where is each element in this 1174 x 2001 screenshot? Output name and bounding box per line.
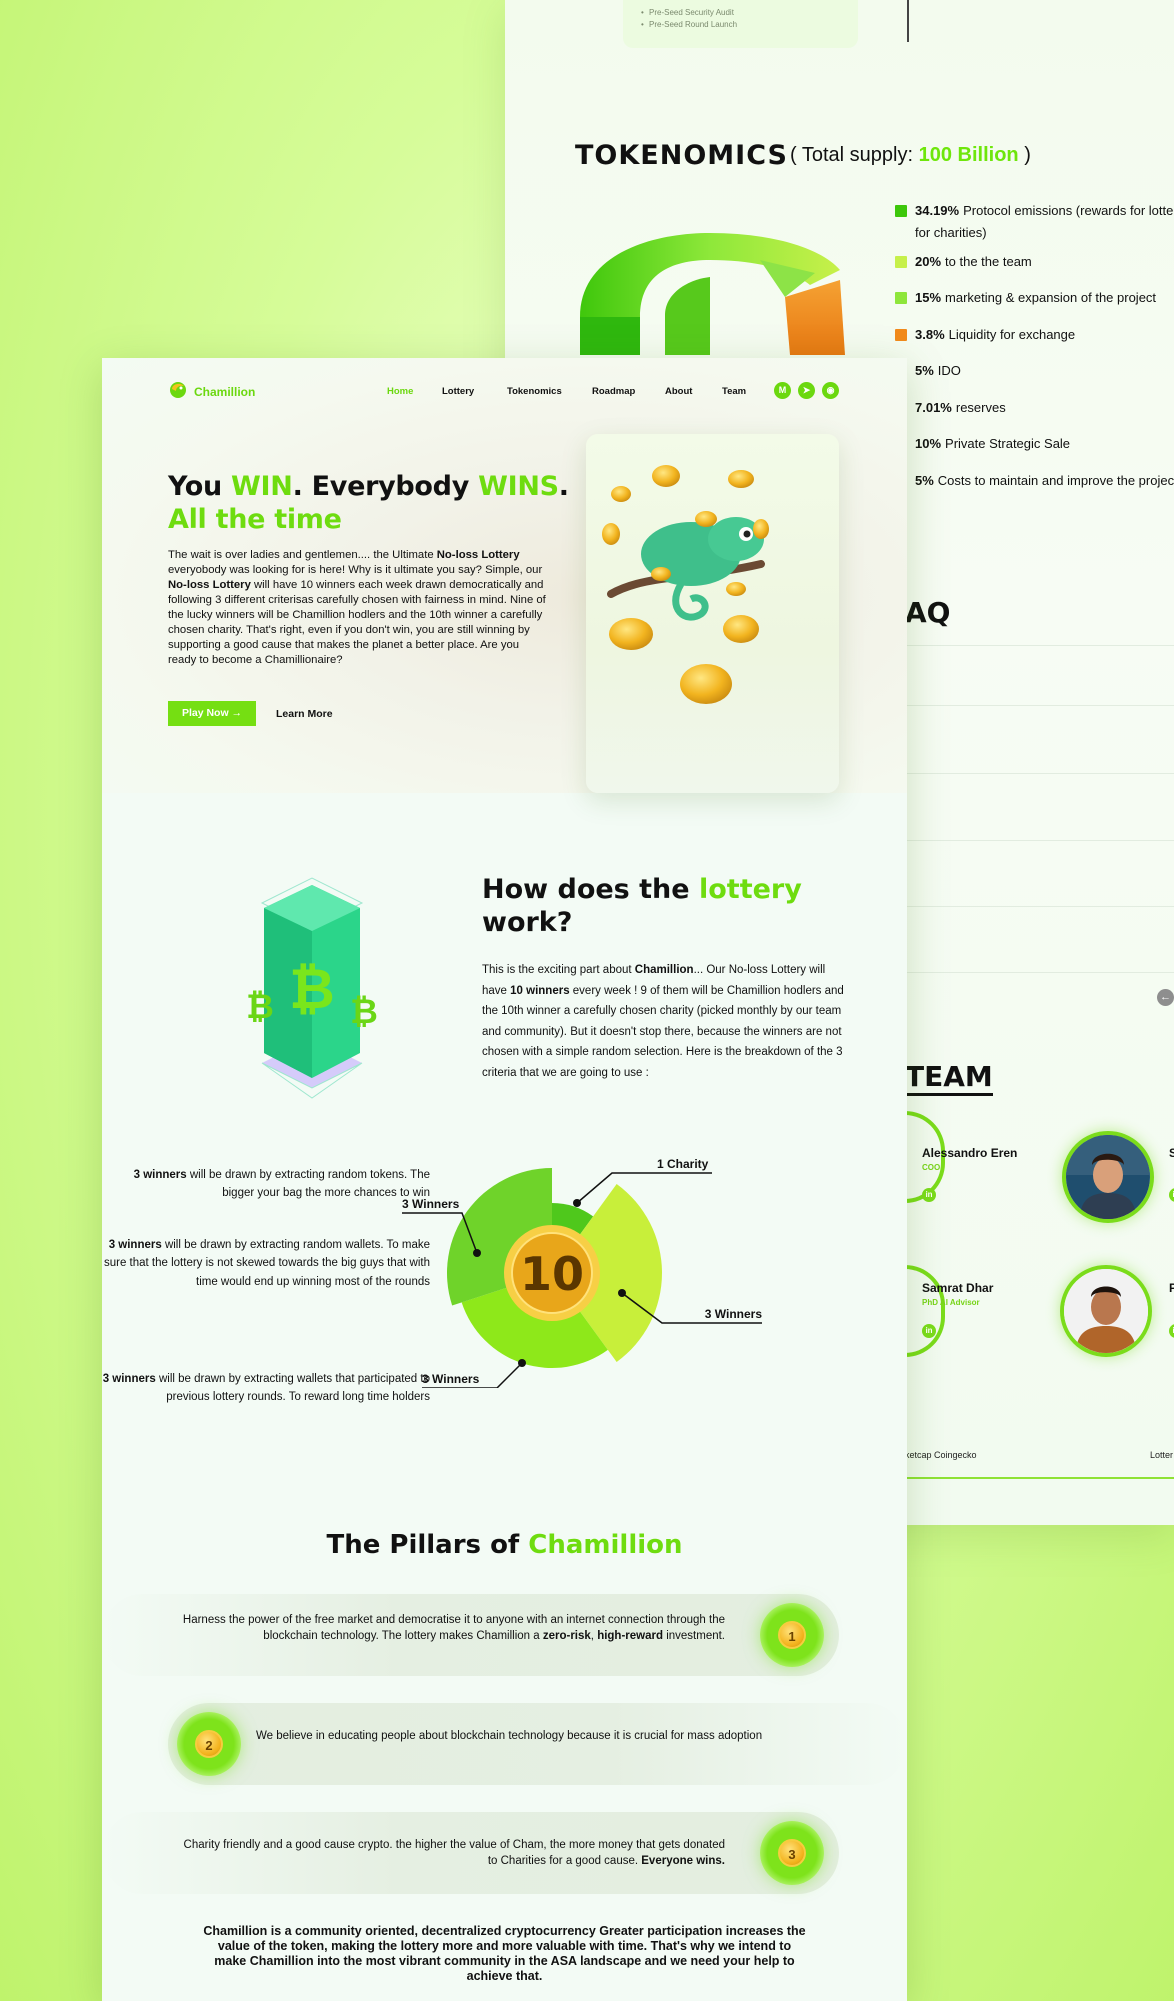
svg-text:₿: ₿ [350,992,378,1032]
linkedin-icon[interactable]: in [922,1188,936,1202]
number-coin-icon: 1 [778,1621,806,1649]
pillar-3: Charity friendly and a good cause crypto… [102,1812,839,1894]
bitcoin-tower-icon: ₿ ₿ ₿ [246,877,378,1099]
legend-item: 15% marketing & expansion of the project [895,287,1174,324]
avatar [1060,1265,1152,1357]
team-title: TEAM [905,1060,993,1096]
tokenomics-donut [570,225,870,360]
slice-label: 3 Winners [422,1372,480,1386]
svg-text:₿: ₿ [289,957,335,1022]
team-member-role: COO [922,1163,941,1172]
avatar [1062,1131,1154,1223]
footer-link[interactable]: Lotter [1150,1450,1173,1460]
chameleon-logo-icon[interactable] [168,379,188,399]
team-member-name: Samrat Dhar [922,1281,994,1295]
avatar-ring [905,1265,945,1357]
linkedin-icon[interactable]: in [1169,1188,1174,1202]
number-coin-icon: 2 [195,1730,223,1758]
top-nav: Chamillion Home Lottery Tokenomics Roadm… [102,358,907,418]
pillars-title: The Pillars of Chamillion [326,1530,683,1560]
back-arrow-icon[interactable]: ← [1157,989,1174,1006]
legend-item: 20% to the the team [895,251,1174,288]
faq-divider [905,972,1174,973]
pillar-1-text: Harness the power of the free market and… [182,1614,725,1642]
pillar-badge: 2 [177,1712,241,1776]
pillar-badge: 3 [760,1821,824,1885]
closing-statement: Chamillion is a community oriented, dece… [203,1924,806,1983]
team-member-name: Alessandro Eren [922,1146,1018,1160]
footer-links[interactable]: ketcap Coingecko [905,1450,977,1460]
legend-swatch [895,205,907,217]
faq-divider [905,773,1174,774]
lottery-pie-chart: 10 1 Charity 3 Winners 3 Winners 3 Winners [402,1157,763,1388]
nav-home[interactable]: Home [387,386,413,397]
faq-title: AQ [905,596,951,629]
linkedin-icon[interactable]: in [1169,1324,1174,1338]
nav-roadmap[interactable]: Roadmap [592,386,635,397]
legend-item: 5% IDO [895,360,1174,397]
nav-lottery[interactable]: Lottery [442,386,474,397]
team-member-name-partial: P [1169,1281,1174,1295]
faq-divider [905,645,1174,646]
slice-label: 3 Winners [402,1197,460,1211]
front-page-preview: Chamillion Home Lottery Tokenomics Roadm… [102,358,907,2001]
chameleon-coins-icon [602,465,769,704]
nav-about[interactable]: About [665,386,692,397]
linkedin-icon[interactable]: in [922,1324,936,1338]
pillar-3-text: Charity friendly and a good cause crypto… [183,1839,725,1867]
learn-more-link[interactable]: Learn More [276,708,333,720]
number-coin-icon: 3 [778,1839,806,1867]
legend-item: 7.01% reserves [895,397,1174,434]
divider [907,0,909,42]
faq-divider [905,840,1174,841]
legend-swatch [895,328,907,341]
person-photo-icon [1064,1269,1148,1353]
legend-item: 10% Private Strategic Sale [895,433,1174,470]
pillar-1: Harness the power of the free market and… [102,1594,839,1676]
person-photo-icon [1066,1135,1150,1219]
medium-icon[interactable]: M [774,382,791,399]
nav-tokenomics[interactable]: Tokenomics [507,386,562,397]
hero-title: You WIN. Everybody WINS. All the time [168,471,569,535]
legend-item: 5% Costs to maintain and improve the proj… [895,470,1174,507]
tokenomics-legend: 34.19% Protocol emissions (rewards for lo… [895,200,1174,506]
chameleon-social-icon[interactable]: ◉ [822,382,839,399]
telegram-icon[interactable]: ➤ [798,382,815,399]
pillar-badge: 1 [760,1603,824,1667]
play-now-button[interactable]: Play Now → [168,701,256,726]
faq-divider [905,705,1174,706]
roadmap-item: Pre-Seed Round Launch [641,20,858,29]
slice-label: 1 Charity [657,1157,709,1171]
roadmap-card: Pre-Seed Security Audit Pre-Seed Round L… [623,0,858,48]
legend-item: 3.8% Liquidity for exchange [895,324,1174,361]
hero-illustration-card [586,434,839,793]
legend-item: 34.19% Protocol emissions (rewards for lo… [895,200,1174,240]
legend-swatch [895,255,907,268]
center-label: 10 [520,1247,584,1301]
nav-team[interactable]: Team [722,386,746,397]
leader-line [576,1172,712,1204]
roadmap-item: Pre-Seed Security Audit [641,8,858,17]
svg-text:₿: ₿ [246,987,274,1027]
tokenomics-title: TOKENOMICS [575,140,788,171]
brand-name[interactable]: Chamillion [194,385,255,399]
hero-description: The wait is over ladies and gentlemen...… [168,549,546,666]
pillar-2-text: We believe in educating people about blo… [256,1730,763,1742]
legend-swatch [895,292,907,304]
team-member-name-partial: S [1169,1146,1174,1160]
supply-value: 100 Billion [918,144,1019,166]
footer-divider [905,1477,1174,1479]
team-member-role: PhD AI Advisor [922,1298,980,1307]
slice-label: 3 Winners [705,1307,763,1321]
how-it-works-description: This is the exciting part about Chamilli… [482,964,844,1079]
total-supply: ( Total supply: 100 Billion ) [790,144,1031,166]
faq-divider [905,906,1174,907]
pillar-2: 2 We believe in educating people about b… [168,1703,907,1785]
how-it-works-title: How does the lottery work? [482,874,802,938]
